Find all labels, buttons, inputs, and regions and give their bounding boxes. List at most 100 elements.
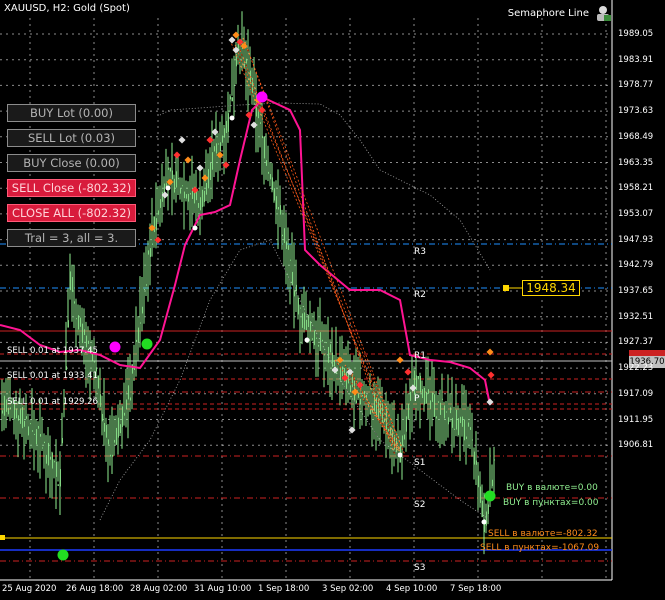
price-axis-label: 1932.51 xyxy=(618,311,654,322)
trade-marker-white xyxy=(229,115,235,121)
candle-body xyxy=(199,197,201,211)
candle-body xyxy=(441,398,443,400)
candle-body xyxy=(65,366,67,371)
candle-body xyxy=(189,193,191,195)
time-axis-label: 7 Sep 18:00 xyxy=(450,584,502,594)
candle-body xyxy=(479,486,481,503)
candle-body xyxy=(455,409,457,430)
candle-body xyxy=(309,321,311,332)
candle-body xyxy=(159,199,161,208)
candle-body xyxy=(29,423,31,425)
trailing-info-button[interactable]: Tral = 3, all = 3. xyxy=(7,229,136,247)
price-axis-label: 1983.91 xyxy=(618,54,654,65)
candle-body xyxy=(355,400,357,404)
candle-body xyxy=(465,436,467,440)
candle-body xyxy=(469,427,471,430)
candle-body xyxy=(1,410,3,414)
candle-body xyxy=(295,284,297,292)
candle-body xyxy=(227,113,229,132)
candle-body xyxy=(433,394,435,417)
candle-body xyxy=(127,385,129,400)
candle-body xyxy=(293,291,295,297)
candle-body xyxy=(69,271,71,291)
trade-marker xyxy=(178,136,186,144)
semaphore-dot-sell xyxy=(109,341,121,353)
candle-body xyxy=(171,170,173,180)
candle-body xyxy=(451,417,453,428)
candle-body xyxy=(331,352,333,367)
candle-body xyxy=(73,301,75,304)
candle-body xyxy=(67,320,69,328)
candle-body xyxy=(161,191,163,202)
candle-body xyxy=(359,398,361,405)
sell-lot-button[interactable]: SELL Lot (0.03) xyxy=(7,129,136,147)
time-axis-label: 25 Aug 2020 xyxy=(2,584,57,594)
buy-lot-button[interactable]: BUY Lot (0.00) xyxy=(7,104,136,122)
candle-body xyxy=(413,370,415,395)
candle-body xyxy=(41,447,43,449)
buy-points-stat: BUY в пунктах=0.00 xyxy=(503,498,599,508)
candle-body xyxy=(471,439,473,441)
trade-marker-white xyxy=(192,225,198,231)
time-axis-label: 4 Sep 10:00 xyxy=(386,584,438,594)
candle-body xyxy=(317,344,319,347)
order-line-label[interactable]: SELL 0.01 at 1929.26 xyxy=(7,397,98,407)
candle-body xyxy=(183,191,185,199)
price-axis-label: 1968.49 xyxy=(618,131,654,142)
candle-body xyxy=(281,234,283,237)
candle-body xyxy=(369,409,371,415)
price-axis-label: 1911.95 xyxy=(618,414,654,425)
candle-body xyxy=(83,329,85,335)
candle-body xyxy=(301,313,303,328)
candle-body xyxy=(33,433,35,435)
close-all-button[interactable]: CLOSE ALL (-802.32) xyxy=(7,204,136,222)
trade-marker-white xyxy=(165,185,171,191)
candle-body xyxy=(463,419,465,441)
chart-window[interactable]: XAUUSD, H2: Gold (Spot) Semaphore Line B… xyxy=(0,0,665,600)
candle-body xyxy=(169,167,171,172)
time-axis-label: 3 Sep 02:00 xyxy=(322,584,374,594)
candle-body xyxy=(129,397,131,401)
candle-body xyxy=(285,241,287,249)
candle-body xyxy=(25,416,27,419)
price-axis-label: 1942.79 xyxy=(618,260,654,271)
candle-body xyxy=(7,407,9,415)
candle-body xyxy=(117,417,119,438)
order-line-label[interactable]: SELL 0.01 at 1933.41 xyxy=(7,371,98,381)
price-chart[interactable] xyxy=(0,0,665,600)
candle-body xyxy=(325,342,327,344)
candle-body xyxy=(181,185,183,187)
candle-body xyxy=(231,97,233,102)
trade-marker-white xyxy=(304,337,310,343)
buy-close-button[interactable]: BUY Close (0.00) xyxy=(7,154,136,172)
candle-body xyxy=(437,401,439,403)
candle-body xyxy=(445,411,447,413)
forecast-line xyxy=(244,41,396,456)
sell-close-button[interactable]: SELL Close (-802.32) xyxy=(7,179,136,197)
candle-body xyxy=(349,385,351,393)
price-axis-label: 1927.37 xyxy=(618,337,654,348)
trade-marker xyxy=(404,368,412,376)
candle-body xyxy=(135,339,137,342)
candle-body xyxy=(315,337,317,339)
candle-body xyxy=(417,375,419,380)
candle-body xyxy=(187,193,189,202)
candle-body xyxy=(429,400,431,409)
candle-body xyxy=(109,454,111,457)
candle-body xyxy=(477,475,479,488)
candle-body xyxy=(19,408,21,424)
pivot-label-s2: S2 xyxy=(414,500,426,510)
candle-body xyxy=(279,205,281,215)
candle-body xyxy=(257,111,259,119)
candle-body xyxy=(9,407,11,410)
candle-body xyxy=(143,289,145,291)
pivot-label-r3: R3 xyxy=(414,247,426,257)
candle-body xyxy=(491,479,493,487)
price-axis-label: 1937.65 xyxy=(618,286,654,296)
candle-body xyxy=(423,387,425,405)
order-line-label[interactable]: SELL 0.01 at 1937.45 xyxy=(7,346,98,356)
pivot-label-r2: R2 xyxy=(414,290,426,300)
candle-body xyxy=(273,188,275,201)
time-axis-label: 26 Aug 18:00 xyxy=(66,584,124,594)
candle-body xyxy=(291,271,293,286)
